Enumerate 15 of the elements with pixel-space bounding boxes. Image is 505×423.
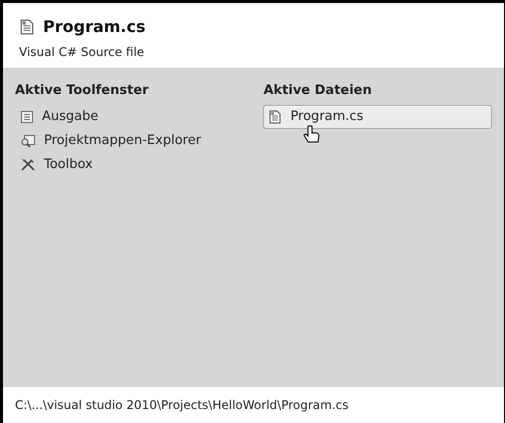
list-item[interactable]: Toolbox [15, 152, 252, 176]
list-window-icon [20, 110, 34, 124]
list-item[interactable]: Projektmappen-Explorer [15, 128, 252, 152]
file-type-label: Visual C# Source file [19, 44, 146, 61]
section-heading: Aktive Dateien [263, 82, 373, 100]
tools-icon [20, 158, 36, 172]
document-icon [19, 19, 35, 35]
window-title: Program.cs [43, 16, 146, 38]
file-path: C:\...\visual studio 2010\Projects\HelloWorld\Program.cs [15, 397, 348, 414]
section-heading: Aktive Toolfenster [15, 82, 150, 100]
list-item[interactable]: Program.cs [263, 104, 492, 128]
window-magnifier-icon [20, 134, 36, 148]
document-icon [268, 110, 282, 124]
hand-cursor-icon [303, 124, 322, 146]
list-item[interactable]: Ausgabe [15, 104, 252, 128]
